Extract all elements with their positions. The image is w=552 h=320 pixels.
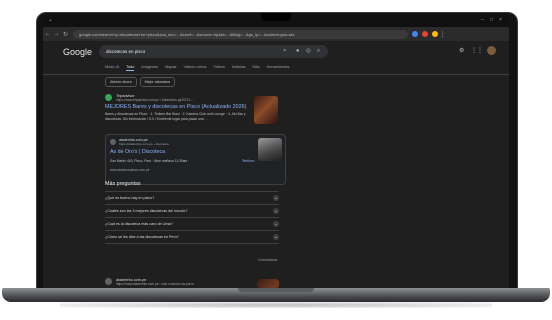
card-title-link[interactable]: As de Oro's | Discoteca <box>110 149 165 155</box>
site-favicon <box>105 278 112 285</box>
window-minimize-icon[interactable]: – <box>481 17 484 23</box>
tab-mapas[interactable]: Mapas <box>165 65 176 71</box>
question-row[interactable]: ¿Cuál es la discoteca más caro de Lima? … <box>105 217 279 230</box>
card-url[interactable]: https://aladerinto.com.pe › discoteca <box>119 142 169 146</box>
question-text: ¿Cuáles son las 3 mejores discotecas del… <box>105 209 188 213</box>
chevron-down-icon[interactable]: ⌄ <box>273 234 279 240</box>
result-title-link[interactable]: MEJORES Bares y discotecas en Pisco (Act… <box>105 104 246 110</box>
extension-icon[interactable] <box>422 31 428 37</box>
laptop-shadow <box>60 302 492 308</box>
people-also-ask-heading: Más preguntas <box>105 181 141 187</box>
card-thumbnail[interactable] <box>258 138 282 161</box>
result-thumbnail[interactable] <box>254 96 278 124</box>
window-close-icon[interactable]: × <box>499 17 502 23</box>
window-maximize-icon[interactable]: □ <box>490 17 493 23</box>
browser-toolbar: ← → ↻ google.com/search?q=discotecas+en+… <box>43 27 509 41</box>
search-query: discotecas en pisco <box>106 49 146 54</box>
filter-chips: Abierto ahora Mejor valorados <box>105 77 178 87</box>
tab-mas[interactable]: Más <box>252 65 259 71</box>
menu-icon[interactable]: ⋮ <box>438 31 447 38</box>
local-result-card[interactable]: aladerinto.com.pe https://aladerinto.com… <box>105 134 286 185</box>
card-phone-link[interactable]: Teléfono <box>242 159 254 163</box>
question-row[interactable]: ¿Cuáles son las 3 mejores discotecas del… <box>105 204 279 217</box>
search-icon[interactable]: ⌕ <box>317 45 320 58</box>
question-row[interactable]: ¿Qué es bueno hay en pisco? ⌄ <box>105 191 279 204</box>
reload-icon[interactable]: ↻ <box>61 31 70 38</box>
card-address: San Martín 403, Pisco, Perú · Abre mañan… <box>110 159 190 163</box>
tab-imagenes[interactable]: Imágenes <box>141 65 158 71</box>
search-input[interactable]: discotecas en pisco × ● ◎ ⌕ <box>99 45 328 58</box>
feedback-link[interactable]: Comentarios <box>258 258 277 262</box>
result-snippet: Bares y discotecas en Pisco · 1. Tinkers… <box>105 112 246 121</box>
camera-notch <box>261 13 291 21</box>
question-text: ¿Cuál es la discoteca más caro de Lima? <box>105 222 173 226</box>
lens-icon[interactable]: ◎ <box>306 45 311 58</box>
question-text: ¿Cómo se les dice a las discotecas en Pe… <box>105 235 179 239</box>
screen: + – □ × ← → ↻ google.com/search?q=discot… <box>43 17 509 288</box>
site-favicon <box>110 139 116 145</box>
avatar[interactable] <box>487 46 496 55</box>
tools-button[interactable]: Herramientas <box>267 65 290 71</box>
chip-mejor-valorados[interactable]: Mejor valorados <box>139 77 176 87</box>
google-logo[interactable]: Google <box>63 47 92 57</box>
header-divider <box>43 74 509 75</box>
google-header: Google discotecas en pisco × ● ◎ ⌕ ⚙ ⋮⋮ … <box>43 41 509 75</box>
apps-grid-icon[interactable]: ⋮⋮ <box>471 47 483 54</box>
settings-icon[interactable]: ⚙ <box>459 47 464 54</box>
chip-abierto-ahora[interactable]: Abierto ahora <box>105 77 137 87</box>
tab-modo-ia[interactable]: Modo IA <box>105 65 119 71</box>
extension-icon[interactable] <box>412 31 418 37</box>
tab-todo[interactable]: Todo <box>126 65 135 71</box>
result-thumbnail[interactable] <box>257 279 279 288</box>
clear-icon[interactable]: × <box>283 45 286 58</box>
question-text: ¿Qué es bueno hay en pisco? <box>105 196 155 200</box>
result-url[interactable]: https://www.aladerinto.com.pe › club-noc… <box>116 282 194 286</box>
forward-arrow-icon[interactable]: → <box>52 31 61 37</box>
result-url[interactable]: https://www.tripadvisor.com.pe › Attract… <box>116 98 194 102</box>
tab-noticias[interactable]: Noticias <box>232 65 246 71</box>
chevron-down-icon[interactable]: ⌄ <box>273 221 279 227</box>
search-tabs: Modo IA Todo Imágenes Mapas Videos corto… <box>105 65 296 71</box>
chevron-down-icon[interactable]: ⌄ <box>273 195 279 201</box>
question-row[interactable]: ¿Cómo se les dice a las discotecas en Pe… <box>105 230 279 244</box>
new-tab-icon[interactable]: + <box>49 18 52 24</box>
voice-search-icon[interactable]: ● <box>296 45 299 58</box>
tab-videos-cortos[interactable]: Videos cortos <box>183 65 206 71</box>
address-bar[interactable]: google.com/search?q=discotecas+en+pisco&… <box>73 29 408 39</box>
tab-videos[interactable]: Videos <box>213 65 225 71</box>
chevron-down-icon[interactable]: ⌄ <box>273 208 279 214</box>
laptop-opening-groove <box>238 288 314 292</box>
site-favicon <box>105 94 112 101</box>
back-arrow-icon[interactable]: ← <box>43 31 52 37</box>
card-website[interactable]: www.asdeorospisco.com.pe <box>110 168 150 172</box>
